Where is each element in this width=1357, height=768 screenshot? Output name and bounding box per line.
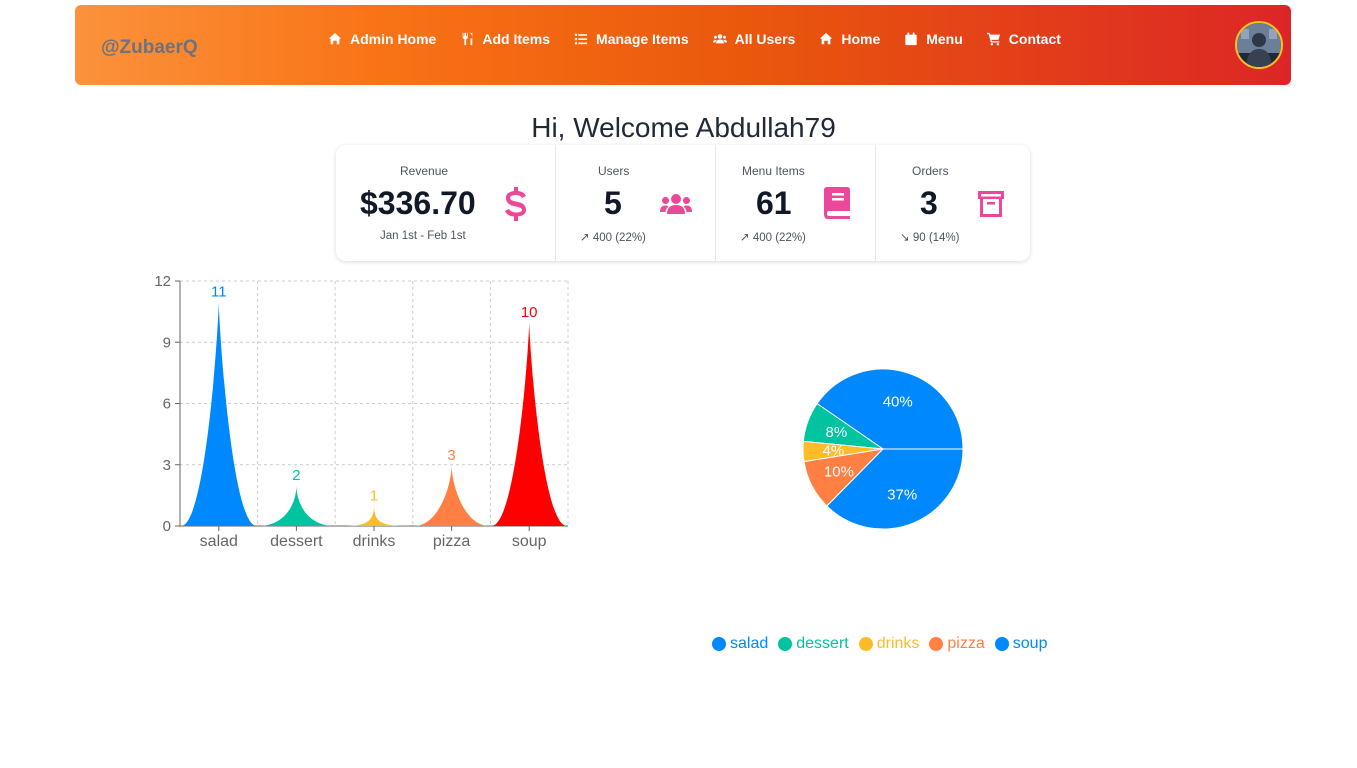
data-label: 2 <box>292 467 300 484</box>
stats-panel: Revenue $336.70 Jan 1st - Feb 1st Users … <box>336 145 1030 261</box>
legend-label: drinks <box>876 635 920 652</box>
pie-chart-svg: 40%8%4%10%37% <box>802 368 964 530</box>
legend-dot <box>929 637 944 651</box>
legend-item-soup[interactable]: soup <box>994 635 1048 653</box>
stat-users: Users 5 ↗ 400 (22%) <box>555 145 716 261</box>
legend-item-drinks[interactable]: drinks <box>858 635 920 653</box>
avatar[interactable] <box>1235 21 1283 69</box>
stat-title: Users <box>598 164 630 178</box>
nav-home[interactable]: Home <box>807 29 892 49</box>
x-tick-label: dessert <box>270 533 323 550</box>
nav-all-users-label: All Users <box>734 31 796 47</box>
pie-label: 10% <box>824 464 854 481</box>
nav-add-items-label: Add Items <box>482 31 551 47</box>
stat-desc: ↘ 90 (14%) <box>900 232 960 244</box>
nav-home-label: Home <box>841 31 881 47</box>
bar-chart-svg: 0 3 6 9 12 11 salad 2 dessert 1 drinks 3 pizza 10 soup <box>154 273 569 550</box>
legend-label: salad <box>730 635 769 652</box>
y-tick-label: 12 <box>154 273 171 290</box>
bar-chart: 0 3 6 9 12 11 salad 2 dessert 1 drinks 3 pizza 10 soup <box>140 270 580 565</box>
nav-menu[interactable]: Menu <box>892 29 975 49</box>
bar-dessert <box>258 485 335 526</box>
data-label: 1 <box>370 488 378 505</box>
list-icon <box>574 33 588 45</box>
legend-dot <box>858 637 873 651</box>
pie-label: 40% <box>883 394 913 411</box>
stat-title: Menu Items <box>742 164 805 178</box>
x-tick-label: pizza <box>433 533 470 550</box>
legend-item-dessert[interactable]: dessert <box>778 635 849 653</box>
legend-label: soup <box>1012 635 1048 652</box>
stat-desc: Jan 1st - Feb 1st <box>380 230 466 242</box>
nav-admin-home-label: Admin Home <box>350 31 437 47</box>
data-label: 3 <box>447 447 455 464</box>
data-label: 10 <box>521 304 538 321</box>
stat-value: 5 <box>604 185 622 221</box>
y-tick-label: 6 <box>163 396 171 413</box>
stat-desc: ↗ 400 (22%) <box>580 232 646 244</box>
nav-add-items[interactable]: Add Items <box>448 29 562 49</box>
stat-title: Revenue <box>400 164 449 178</box>
dollar-icon <box>504 187 528 226</box>
nav-contact-label: Contact <box>1008 31 1061 47</box>
nav-manage-items[interactable]: Manage Items <box>562 29 701 49</box>
y-tick-label: 3 <box>163 457 171 474</box>
pie-label: 37% <box>887 487 917 504</box>
x-tick-label: soup <box>512 533 547 550</box>
pie-legend: salad dessert drinks pizza soup <box>712 635 1057 653</box>
bar-salad <box>181 301 257 526</box>
navbar: @ZubaerQ Admin Home Add Items Manage Ite… <box>75 5 1291 85</box>
nav-contact[interactable]: Contact <box>975 29 1073 49</box>
stat-revenue: Revenue $336.70 Jan 1st - Feb 1st <box>336 145 555 261</box>
home-icon <box>328 32 342 45</box>
legend-label: pizza <box>947 635 985 652</box>
nav-all-users[interactable]: All Users <box>701 29 808 49</box>
stat-value: 3 <box>920 185 938 221</box>
stat-menu-items: Menu Items 61 ↗ 400 (22%) <box>715 145 876 261</box>
legend-dot <box>712 637 726 651</box>
pie-label: 8% <box>826 424 848 441</box>
stat-desc: ↗ 400 (22%) <box>740 232 806 244</box>
calendar-icon <box>905 32 917 46</box>
legend-item-salad[interactable]: salad <box>712 635 768 653</box>
stat-value: 61 <box>756 185 792 221</box>
stat-orders: Orders 3 ↘ 90 (14%) <box>875 145 1031 261</box>
users-icon <box>660 193 692 220</box>
x-tick-label: salad <box>200 533 238 550</box>
archive-icon <box>977 190 1005 223</box>
y-tick-label: 9 <box>163 334 171 351</box>
nav-manage-items-label: Manage Items <box>596 31 689 47</box>
book-icon <box>824 187 850 224</box>
brand-logo[interactable]: @ZubaerQ <box>101 37 198 59</box>
legend-dot <box>994 637 1009 651</box>
stat-title: Orders <box>912 164 949 178</box>
data-label: 11 <box>211 283 227 300</box>
bar-pizza <box>413 464 490 526</box>
legend-dot <box>778 637 793 651</box>
home-icon <box>820 32 833 45</box>
stat-value: $336.70 <box>360 185 476 221</box>
cart-icon <box>986 32 1000 46</box>
user-avatar-image <box>1237 23 1281 67</box>
legend-label: dessert <box>796 635 849 652</box>
y-tick-label: 0 <box>163 518 171 535</box>
x-tick-label: drinks <box>353 533 396 550</box>
page-title: Hi, Welcome Abdullah79 <box>531 112 836 143</box>
legend-item-pizza[interactable]: pizza <box>929 635 985 653</box>
nav-menu-label: Menu <box>926 31 963 47</box>
bar-soup <box>491 321 567 526</box>
nav-admin-home[interactable]: Admin Home <box>316 29 448 49</box>
users-icon <box>712 34 727 44</box>
nav-links: Admin Home Add Items Manage Items All Us… <box>316 29 1073 49</box>
pie-chart: 40% 8% 4% 10% 37% <box>780 345 980 550</box>
utensils-icon <box>462 32 473 46</box>
bar-drinks <box>336 505 412 526</box>
